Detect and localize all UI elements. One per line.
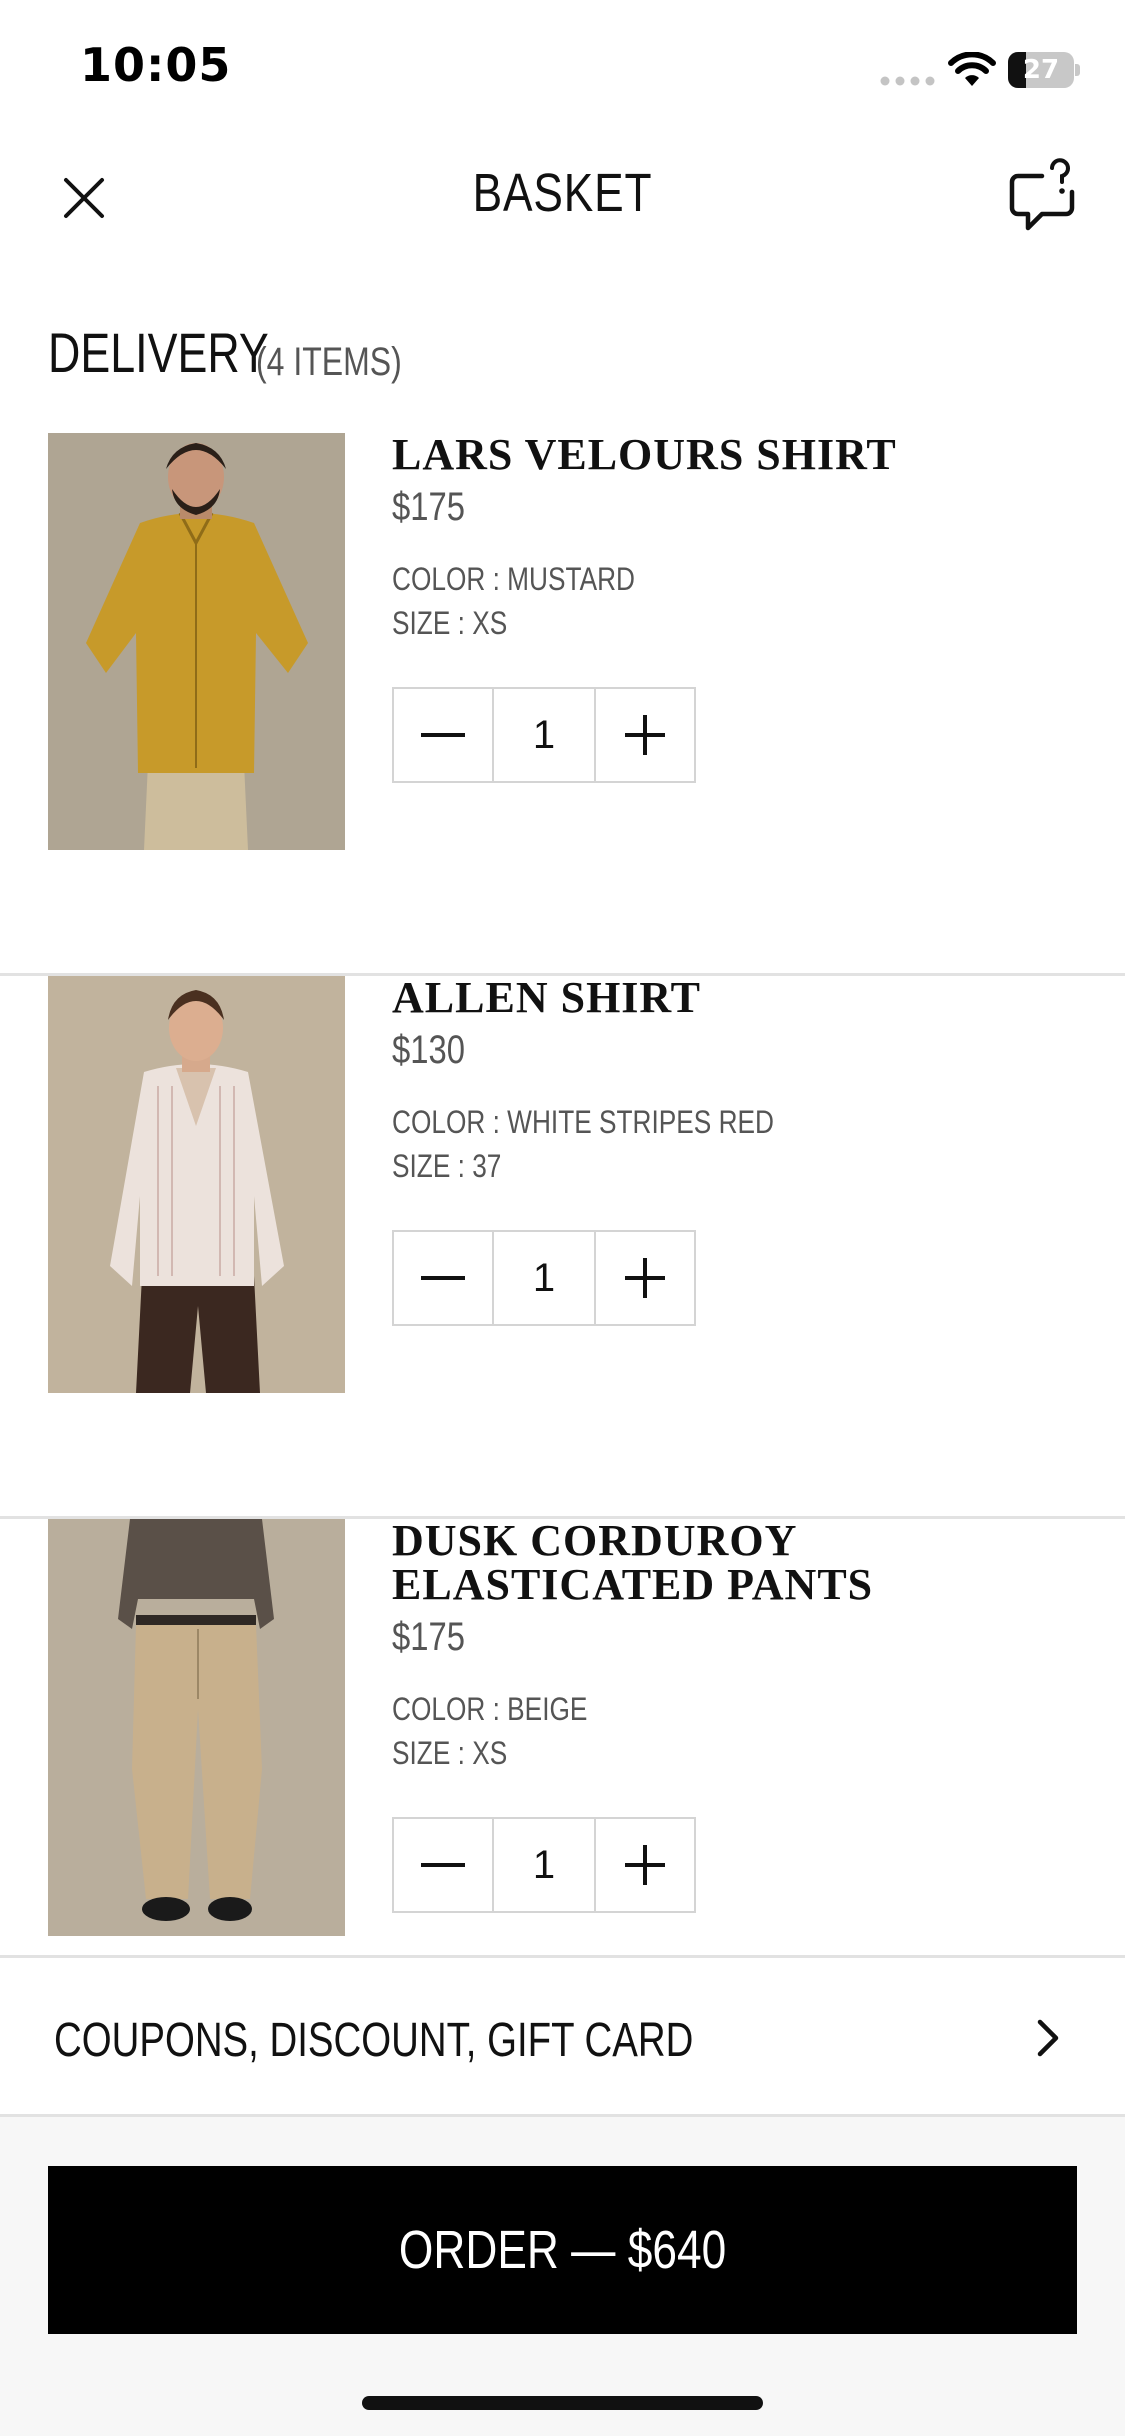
product-image[interactable] [48,1519,345,1936]
item-count: (4 ITEMS) [256,340,402,384]
order-button[interactable]: ORDER — $640 [48,2166,1077,2334]
order-button-label: ORDER — $640 [398,2220,727,2280]
chat-question-icon[interactable] [1006,158,1078,234]
product-color: COLOR : WHITE STRIPES RED [392,1104,774,1140]
increase-quantity-button[interactable] [594,689,694,781]
product-price: $175 [392,485,465,529]
product-photo-mustard-shirt [48,433,345,850]
decrease-quantity-button[interactable] [394,689,494,781]
product-image[interactable] [48,433,345,850]
product-size: SIZE : XS [392,605,508,641]
minus-icon [421,1863,465,1867]
minus-icon [421,733,465,737]
product-price: $130 [392,1028,465,1072]
coupons-label: COUPONS, DISCOUNT, GIFT CARD [54,2014,694,2067]
quantity-value: 1 [532,1843,556,1887]
quantity-value: 1 [532,713,556,757]
plus-icon [625,1845,665,1885]
quantity-stepper: 1 [392,1230,696,1326]
section-title: DELIVERY [48,321,269,384]
product-name[interactable]: LARS VELOURS SHIRT [392,433,1092,477]
page-title: BASKET [472,163,653,223]
product-name[interactable]: ALLEN SHIRT [392,976,1092,1020]
header: BASKET [0,140,1125,260]
coupons-row[interactable]: COUPONS, DISCOUNT, GIFT CARD [0,1955,1125,2117]
cellular-signal-icon [880,76,935,86]
status-bar: 10:05 27 [0,0,1125,140]
quantity-value: 1 [532,1256,556,1300]
home-indicator[interactable] [362,2396,763,2410]
basket-item: LARS VELOURS SHIRT $175 COLOR : MUSTARD … [0,433,1125,976]
increase-quantity-button[interactable] [594,1232,694,1324]
product-color: COLOR : BEIGE [392,1691,588,1727]
plus-icon [625,1258,665,1298]
wifi-icon [948,52,996,86]
decrease-quantity-button[interactable] [394,1819,494,1911]
quantity-stepper: 1 [392,1817,696,1913]
increase-quantity-button[interactable] [594,1819,694,1911]
product-size: SIZE : XS [392,1735,508,1771]
minus-icon [421,1276,465,1280]
product-name[interactable]: DUSK CORDUROY ELASTICATED PANTS [392,1519,1092,1607]
product-color: COLOR : MUSTARD [392,561,635,597]
product-size: SIZE : 37 [392,1148,502,1184]
quantity-stepper: 1 [392,687,696,783]
battery-icon: 27 [1008,52,1080,88]
product-image[interactable] [48,976,345,1393]
product-photo-beige-pants [48,1519,345,1936]
battery-percent: 27 [1022,55,1060,85]
section-heading: DELIVERY (4 ITEMS) [48,320,402,385]
decrease-quantity-button[interactable] [394,1232,494,1324]
product-price: $175 [392,1615,465,1659]
product-photo-white-shirt [48,976,345,1393]
basket-item: ALLEN SHIRT $130 COLOR : WHITE STRIPES R… [0,976,1125,1519]
status-time: 10:05 [80,38,232,92]
plus-icon [625,715,665,755]
chevron-right-icon [1037,2019,1059,2057]
